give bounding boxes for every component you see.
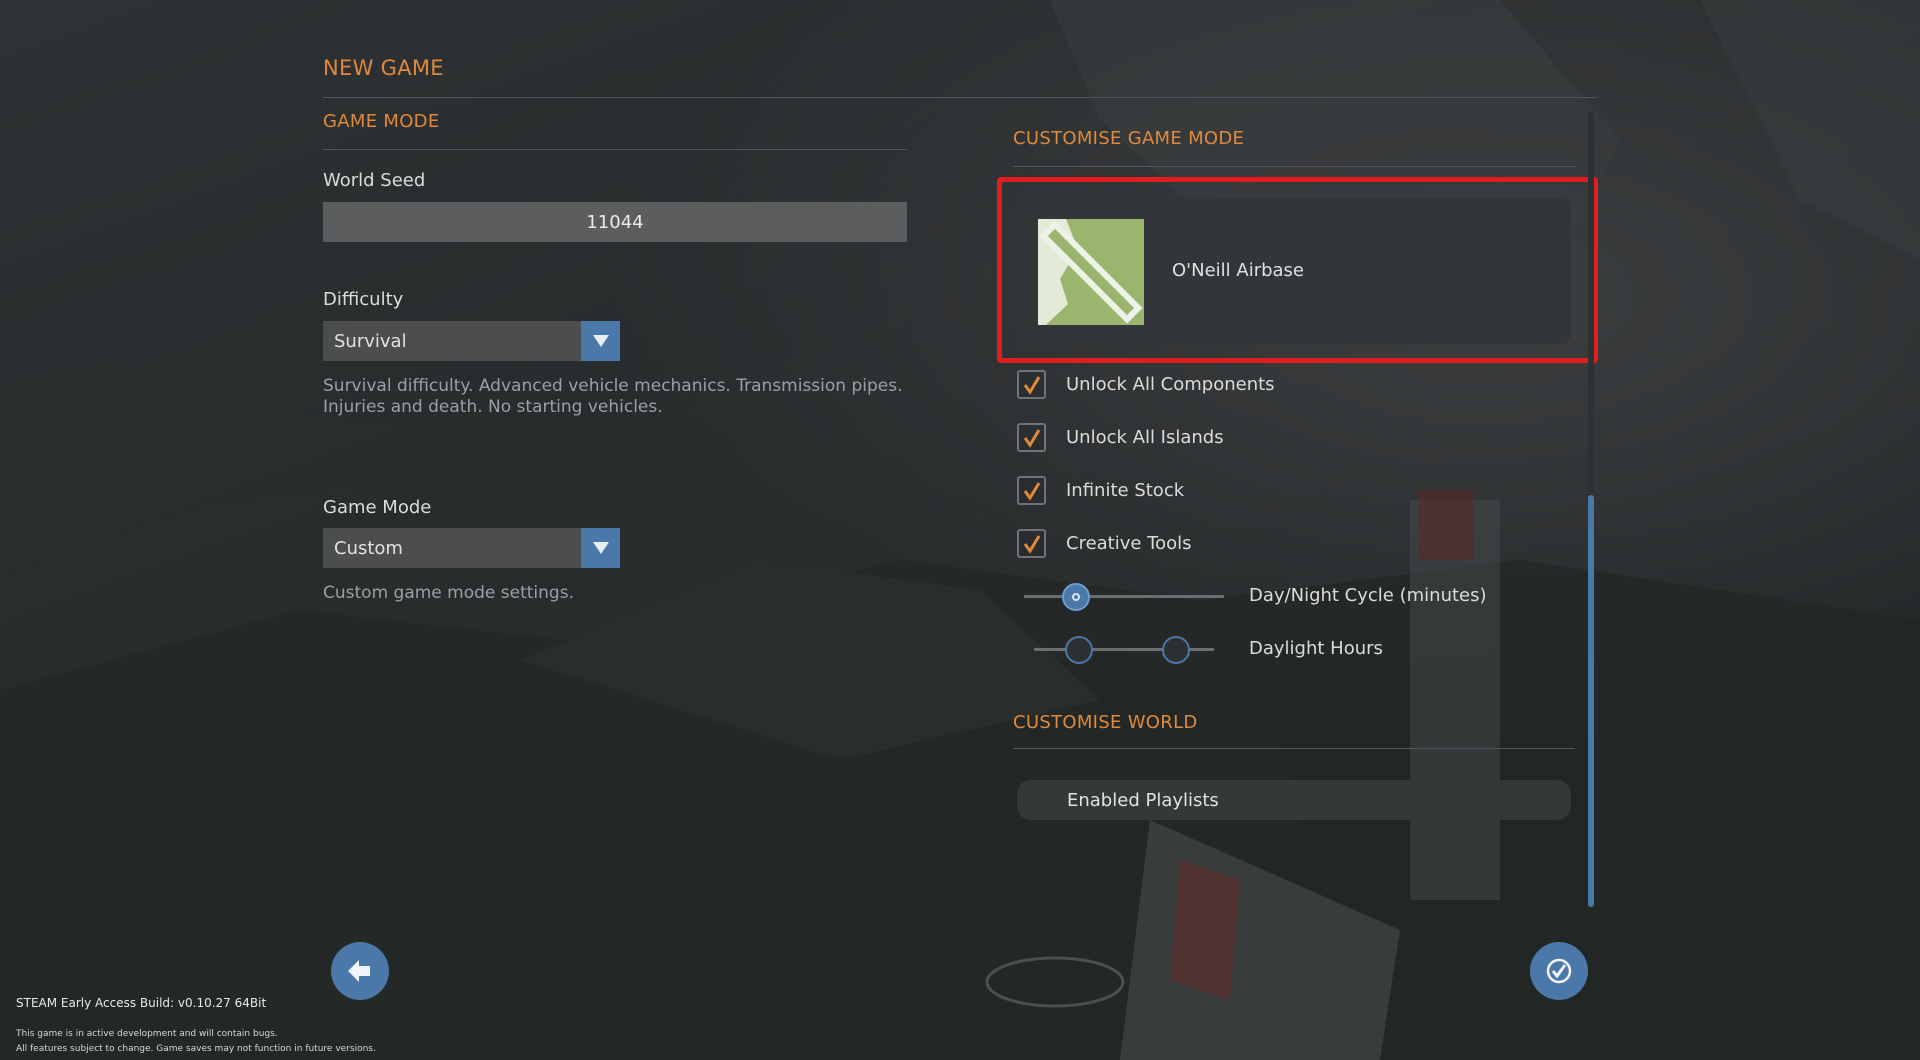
back-button[interactable] — [331, 942, 389, 1000]
option-unlock-all-islands[interactable]: Unlock All Islands — [1017, 421, 1224, 454]
option-label: Infinite Stock — [1066, 480, 1185, 501]
customise-game-mode-heading: CUSTOMISE GAME MODE — [1013, 128, 1245, 149]
dev-note-1: This game is in active development and w… — [16, 1029, 278, 1039]
difficulty-description: Survival difficulty. Advanced vehicle me… — [323, 376, 903, 417]
daylight-slider-low-handle[interactable] — [1065, 636, 1093, 664]
checkbox[interactable] — [1017, 423, 1046, 452]
customise-world-divider — [1013, 748, 1575, 749]
confirm-button[interactable] — [1530, 942, 1588, 1000]
title-divider — [323, 97, 1597, 98]
option-infinite-stock[interactable]: Infinite Stock — [1017, 474, 1184, 507]
daylight-label: Daylight Hours — [1249, 638, 1383, 659]
game-mode-label: Game Mode — [323, 497, 432, 518]
enabled-playlists-label: Enabled Playlists — [1067, 789, 1219, 811]
page-title: NEW GAME — [323, 56, 444, 80]
option-unlock-all-components[interactable]: Unlock All Components — [1017, 368, 1275, 401]
option-creative-tools[interactable]: Creative Tools — [1017, 527, 1192, 560]
background-scenery — [0, 0, 1920, 1060]
dropdown-arrow-icon[interactable] — [581, 528, 620, 568]
daylight-slider-high-handle[interactable] — [1162, 636, 1191, 664]
world-seed-input[interactable]: 11044 — [323, 202, 907, 242]
checkmark-icon — [1546, 958, 1572, 984]
game-mode-heading: GAME MODE — [323, 111, 440, 132]
checkbox[interactable] — [1017, 529, 1046, 558]
dropdown-arrow-icon[interactable] — [581, 321, 620, 361]
scrollbar[interactable] — [1588, 112, 1594, 907]
game-mode-divider — [323, 149, 907, 150]
build-version: STEAM Early Access Build: v0.10.27 64Bit — [16, 996, 267, 1010]
arrow-left-icon — [348, 960, 370, 982]
option-label: Creative Tools — [1066, 533, 1192, 554]
world-seed-label: World Seed — [323, 170, 426, 191]
game-mode-description: Custom game mode settings. — [323, 583, 574, 603]
game-mode-value: Custom — [334, 537, 403, 559]
day-night-slider-track[interactable] — [1024, 595, 1224, 598]
game-mode-dropdown[interactable]: Custom — [323, 528, 620, 568]
day-night-slider-handle[interactable] — [1062, 583, 1090, 611]
enabled-playlists-button[interactable]: Enabled Playlists — [1017, 780, 1571, 820]
scrollbar-thumb[interactable] — [1588, 495, 1594, 907]
checkbox[interactable] — [1017, 370, 1046, 399]
customise-world-heading: CUSTOMISE WORLD — [1013, 712, 1198, 733]
option-label: Unlock All Components — [1066, 374, 1275, 395]
checkbox[interactable] — [1017, 476, 1046, 505]
difficulty-dropdown[interactable]: Survival — [323, 321, 620, 361]
difficulty-label: Difficulty — [323, 289, 404, 310]
difficulty-value: Survival — [334, 330, 407, 352]
day-night-label: Day/Night Cycle (minutes) — [1249, 585, 1487, 606]
highlight-box — [997, 177, 1598, 363]
option-label: Unlock All Islands — [1066, 427, 1224, 448]
customise-game-mode-divider — [1013, 166, 1575, 167]
dev-note-2: All features subject to change. Game sav… — [16, 1044, 376, 1054]
